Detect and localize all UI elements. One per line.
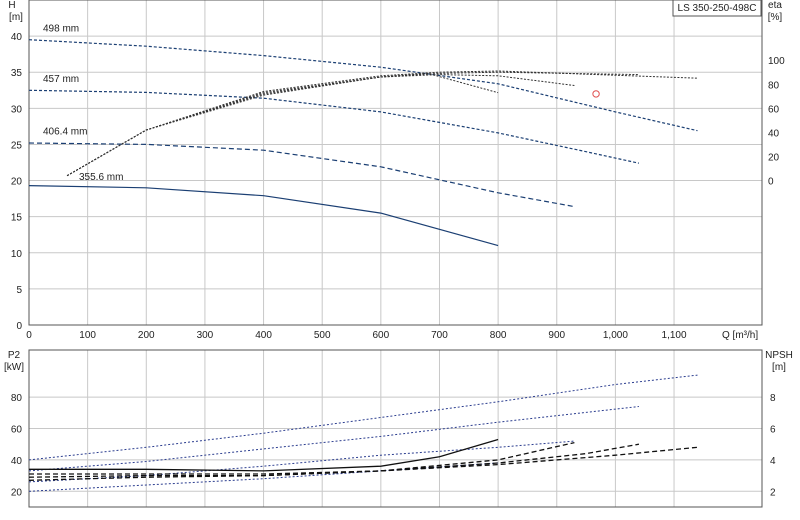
x-tick-label: 100 [79, 330, 96, 341]
npsh-tick-label: 6 [770, 425, 776, 436]
power-axis-unit: [kW] [4, 362, 24, 373]
x-tick-label: 1,100 [662, 330, 687, 341]
head-tick-label: 40 [11, 32, 23, 43]
head-curve-label: 457 mm [43, 74, 79, 85]
power-tick-label: 40 [11, 456, 23, 467]
x-tick-label: 600 [372, 330, 389, 341]
head-curve-label: 406.4 mm [43, 127, 87, 138]
head-curve [28, 89, 640, 164]
eta-tick-label: 20 [768, 152, 780, 163]
efficiency-curve [66, 70, 698, 177]
npsh-tick-label: 4 [770, 456, 776, 467]
pump-curve-chart: 0 100 200 300 400 500 600 700 800 900 1,000 1,10005… [4, 0, 793, 508]
model-label: LS 350-250-498C [678, 3, 757, 14]
head-axis-label: H [8, 0, 15, 11]
npsh-tick-label: 2 [770, 487, 776, 498]
x-tick-label: 1,000 [603, 330, 628, 341]
head-tick-label: 0 [16, 321, 22, 332]
head-tick-label: 20 [11, 177, 23, 188]
head-panel-frame [28, 0, 763, 326]
head-tick-label: 25 [11, 140, 23, 151]
duty-point-marker [592, 90, 600, 98]
head-axis-unit: [m] [9, 12, 23, 23]
eta-tick-label: 100 [768, 56, 785, 67]
head-tick-label: 35 [11, 68, 23, 79]
npsh-axis-label: NPSH [765, 350, 793, 361]
efficiency-curve [66, 71, 639, 177]
head-curve-label: 355.6 mm [79, 172, 123, 183]
x-tick-label: 800 [490, 330, 507, 341]
head-curve-label: 498 mm [43, 23, 79, 34]
power-npsh-series [28, 374, 698, 492]
npsh-tick-label: 8 [770, 393, 776, 404]
power-tick-label: 60 [11, 425, 23, 436]
head-tick-label: 10 [11, 249, 23, 260]
eta-tick-label: 60 [768, 104, 780, 115]
x-tick-label: 700 [431, 330, 448, 341]
head-panel-grid [29, 0, 762, 325]
eta-tick-label: 0 [768, 177, 774, 188]
efficiency-curve [66, 72, 499, 177]
head-series: 498 mm 457 mm 406.4 mm 355.6 mm [28, 23, 698, 247]
x-tick-label: 0 [26, 330, 32, 341]
head-curve [28, 39, 698, 132]
eta-axis-unit: [%] [768, 12, 783, 23]
head-tick-label: 30 [11, 104, 23, 115]
npsh-axis-unit: [m] [772, 362, 786, 373]
x-tick-label: 200 [138, 330, 155, 341]
head-tick-label: 5 [16, 285, 22, 296]
x-tick-label: 400 [255, 330, 272, 341]
power-curve [28, 406, 639, 472]
power-axis-label: P2 [8, 350, 21, 361]
power-tick-label: 20 [11, 487, 23, 498]
power-curve [28, 374, 698, 461]
power-tick-label: 80 [11, 393, 23, 404]
x-tick-label: 500 [314, 330, 331, 341]
x-tick-label: 300 [197, 330, 214, 341]
power-panel-grid [29, 350, 762, 507]
head-tick-label: 15 [11, 213, 23, 224]
flow-axis-label: Q [m³/h] [722, 330, 758, 341]
eta-tick-label: 80 [768, 80, 780, 91]
x-tick-label: 900 [548, 330, 565, 341]
eta-axis-label: eta [768, 0, 782, 11]
eta-tick-label: 40 [768, 128, 780, 139]
